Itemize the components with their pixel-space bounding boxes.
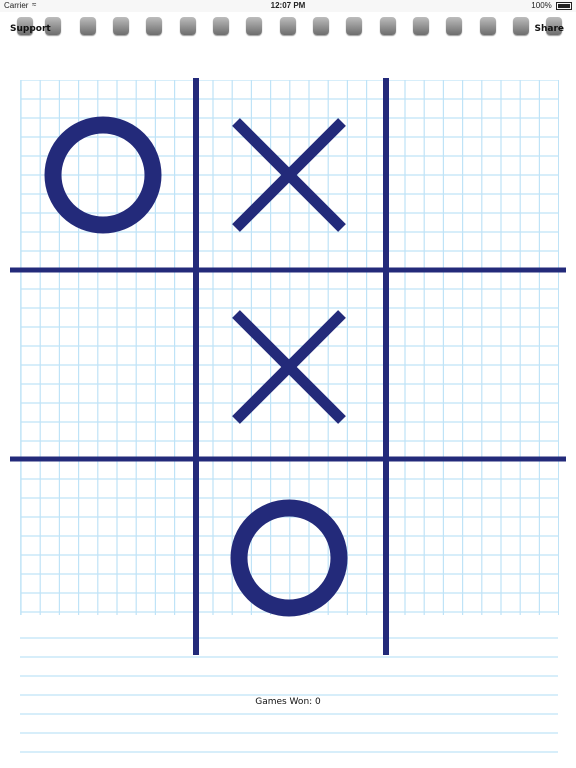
- board-cell-2-2[interactable]: [393, 473, 563, 643]
- tic-tac-toe-board: [10, 78, 566, 655]
- board-cell-1-1[interactable]: [204, 282, 374, 452]
- board-cell-1-2[interactable]: [393, 282, 563, 452]
- board-cells: [18, 90, 563, 643]
- board-cell-2-1[interactable]: [204, 473, 374, 643]
- board-cell-0-2[interactable]: [393, 90, 563, 260]
- board-cell-1-0[interactable]: [18, 282, 188, 452]
- board-cell-0-0[interactable]: [18, 90, 188, 260]
- games-won-label: Games Won: 0: [255, 697, 321, 707]
- board-cell-0-1[interactable]: [204, 90, 374, 260]
- board-cell-2-0[interactable]: [18, 473, 188, 643]
